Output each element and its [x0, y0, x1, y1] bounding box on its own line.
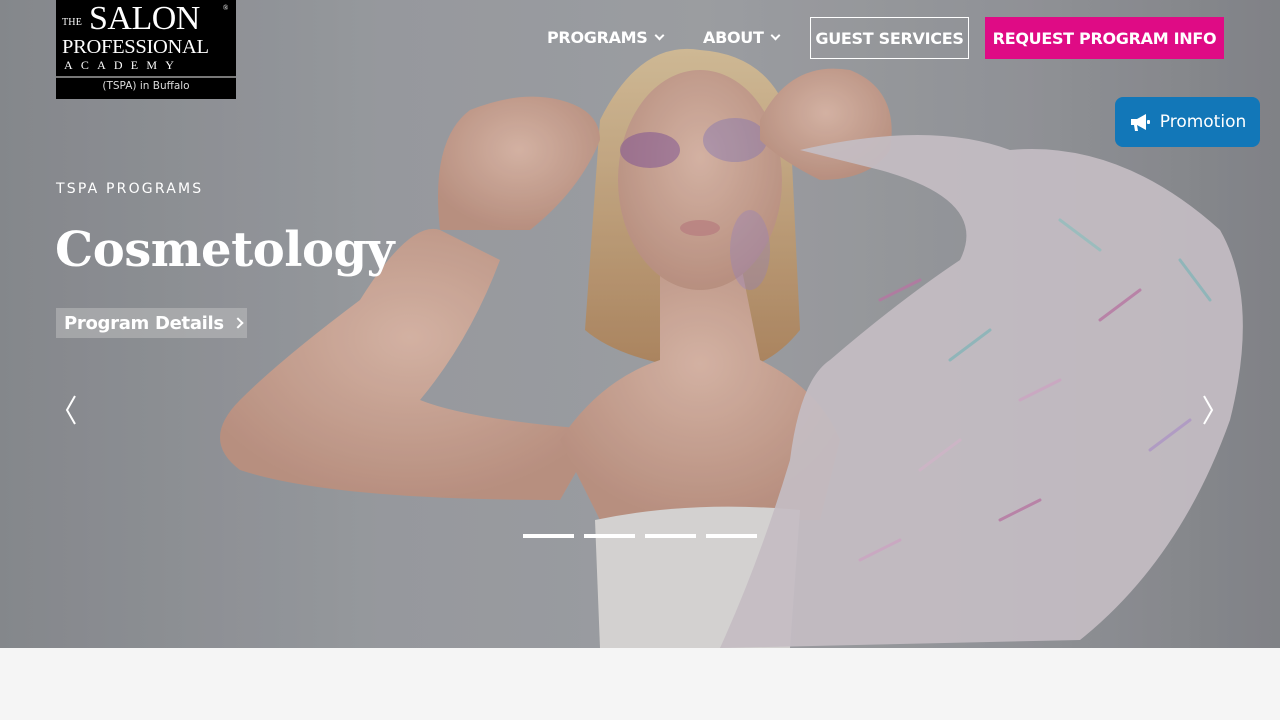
logo-academy: ACADEMY [64, 58, 183, 72]
logo-registered: ® [223, 4, 229, 12]
chevron-down-icon [770, 30, 781, 41]
program-details-button[interactable]: Program Details [56, 308, 247, 338]
logo-the: THE [62, 17, 83, 28]
carousel-dot-1[interactable] [523, 534, 574, 538]
logo-location: (TSPA) in Buffalo [102, 80, 190, 92]
program-details-label: Program Details [64, 312, 224, 334]
logo-professional: PROFESSIONAL [62, 36, 209, 58]
hero-eyebrow: TSPA PROGRAMS [56, 181, 204, 197]
logo-salon: SALON [89, 0, 200, 37]
chevron-down-icon [654, 30, 664, 41]
nav-about-label: ABOUT [703, 28, 764, 47]
guest-services-button[interactable]: GUEST SERVICES [810, 17, 969, 59]
site-logo[interactable]: THE SALON ® PROFESSIONAL ACADEMY (TSPA) … [56, 0, 236, 99]
nav-programs[interactable]: PROGRAMS [547, 27, 664, 49]
nav-programs-label: PROGRAMS [547, 28, 648, 47]
carousel-dot-3[interactable] [645, 534, 696, 538]
carousel-dot-2[interactable] [584, 534, 635, 538]
promotion-button[interactable]: Promotion [1115, 97, 1260, 147]
hero-title: Cosmetology [55, 222, 394, 278]
megaphone-icon [1130, 114, 1150, 131]
logo-divider [56, 76, 236, 78]
carousel-next-arrow-icon[interactable] [1199, 394, 1219, 426]
carousel-prev-arrow-icon[interactable] [62, 394, 82, 426]
carousel-indicators [523, 534, 757, 538]
chevron-right-icon [232, 317, 244, 329]
promotion-label: Promotion [1159, 112, 1247, 132]
nav-about[interactable]: ABOUT [703, 27, 781, 49]
carousel-dot-4[interactable] [706, 534, 757, 538]
request-program-info-button[interactable]: REQUEST PROGRAM INFO [985, 17, 1224, 59]
